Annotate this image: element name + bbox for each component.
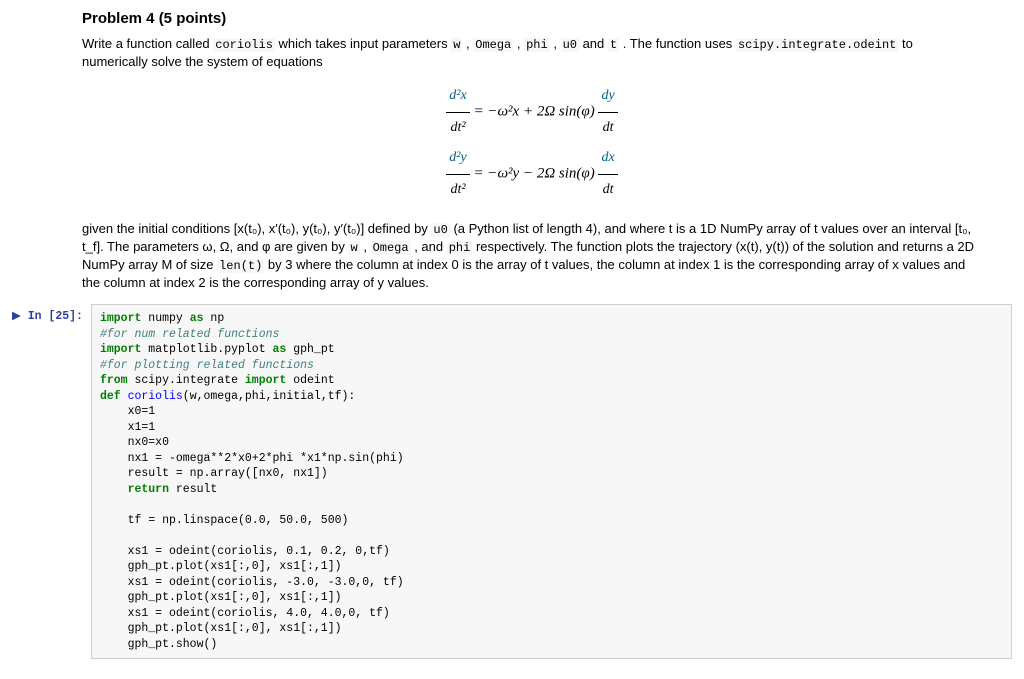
code-cell: ▶ In [25]: import numpy as np #for num r…: [12, 304, 1012, 659]
comment: #for num related functions: [100, 328, 279, 341]
code-w-2: w: [349, 241, 360, 255]
text: . The function uses: [619, 36, 736, 51]
txt: np: [204, 312, 225, 325]
code-editor[interactable]: import numpy as np #for num related func…: [91, 304, 1012, 659]
txt: (w,omega,phi,initial,tf):: [183, 390, 356, 403]
markdown-cell: Problem 4 (5 points) Write a function ca…: [82, 10, 982, 292]
code-t: t: [608, 38, 619, 52]
intro-paragraph: Write a function called coriolis which t…: [82, 35, 982, 71]
kw: return: [128, 483, 169, 496]
txt: result: [169, 483, 217, 496]
code-line: nx0=x0: [100, 436, 169, 449]
kw: import: [245, 374, 286, 387]
comment: #for plotting related functions: [100, 359, 314, 372]
eq2-lhs-num: d²y: [446, 143, 469, 175]
code-line: tf = np.linspace(0.0, 50.0, 500): [100, 514, 348, 527]
kw: from: [100, 374, 128, 387]
problem-heading: Problem 4 (5 points): [82, 10, 982, 27]
code-line: gph_pt.plot(xs1[:,0], xs1[:,1]): [100, 591, 342, 604]
eq2-lhs-den: dt²: [446, 175, 469, 206]
text: given the initial conditions [x(t₀), x′(…: [82, 221, 431, 236]
code-line: gph_pt.plot(xs1[:,0], xs1[:,1]): [100, 560, 342, 573]
text: ,: [513, 36, 524, 51]
code-line: x0=1: [100, 405, 155, 418]
kw: import: [100, 343, 141, 356]
kw: as: [190, 312, 204, 325]
code-u0-2: u0: [431, 223, 449, 237]
code-omega: Omega: [473, 38, 513, 52]
code-phi: phi: [524, 38, 550, 52]
text: Write a function called: [82, 36, 213, 51]
input-prompt: ▶ In [25]:: [12, 304, 91, 323]
prompt-label: In [25]:: [28, 310, 83, 323]
equations-block: d²xdt² = −ω²x + 2Ω sin(φ) dydt d²ydt² = …: [82, 81, 982, 206]
eq1-lhs-num: d²x: [446, 81, 469, 113]
notebook-page: Problem 4 (5 points) Write a function ca…: [0, 10, 1024, 679]
txt: scipy.integrate: [128, 374, 245, 387]
kw: def: [100, 390, 128, 403]
run-indicator-icon: ▶: [12, 310, 28, 323]
code-line: xs1 = odeint(coriolis, -3.0, -3.0,0, tf): [100, 576, 404, 589]
eq2-rhs: = −ω²y − 2Ω sin(φ): [473, 166, 594, 182]
txt: matplotlib.pyplot: [141, 343, 272, 356]
code-line: xs1 = odeint(coriolis, 4.0, 4.0,0, tf): [100, 607, 390, 620]
code-line: xs1 = odeint(coriolis, 0.1, 0.2, 0,tf): [100, 545, 390, 558]
code-lent: len(t): [217, 259, 264, 273]
code-odeint: scipy.integrate.odeint: [736, 38, 898, 52]
txt: gph_pt: [286, 343, 334, 356]
description-paragraph: given the initial conditions [x(t₀), x′(…: [82, 220, 982, 292]
text: ,: [462, 36, 473, 51]
text: ,: [360, 239, 371, 254]
text: , and: [411, 239, 447, 254]
eq1-rhs-num: dy: [598, 81, 617, 113]
fn-name: coriolis: [128, 390, 183, 403]
code-line: nx1 = -omega**2*x0+2*phi *x1*np.sin(phi): [100, 452, 404, 465]
equation-2: d²ydt² = −ω²y − 2Ω sin(φ) dxdt: [82, 143, 982, 206]
text: and: [579, 36, 608, 51]
code-u0: u0: [561, 38, 579, 52]
eq2-rhs-num: dx: [598, 143, 617, 175]
txt: numpy: [141, 312, 189, 325]
code-coriolis: coriolis: [213, 38, 275, 52]
code-phi-2: phi: [447, 241, 473, 255]
eq2-rhs-den: dt: [598, 175, 617, 206]
code-line: gph_pt.plot(xs1[:,0], xs1[:,1]): [100, 622, 342, 635]
txt: odeint: [286, 374, 334, 387]
kw: import: [100, 312, 141, 325]
kw: as: [273, 343, 287, 356]
code-w: w: [451, 38, 462, 52]
text: which takes input parameters: [275, 36, 451, 51]
equation-1: d²xdt² = −ω²x + 2Ω sin(φ) dydt: [82, 81, 982, 144]
txt: [100, 483, 128, 496]
eq1-rhs: = −ω²x + 2Ω sin(φ): [473, 103, 594, 119]
eq1-lhs-den: dt²: [446, 113, 469, 144]
code-line: result = np.array([nx0, nx1]): [100, 467, 328, 480]
code-line: gph_pt.show(): [100, 638, 217, 651]
eq1-rhs-den: dt: [598, 113, 617, 144]
code-omega-2: Omega: [371, 241, 411, 255]
code-line: x1=1: [100, 421, 155, 434]
text: ,: [550, 36, 561, 51]
